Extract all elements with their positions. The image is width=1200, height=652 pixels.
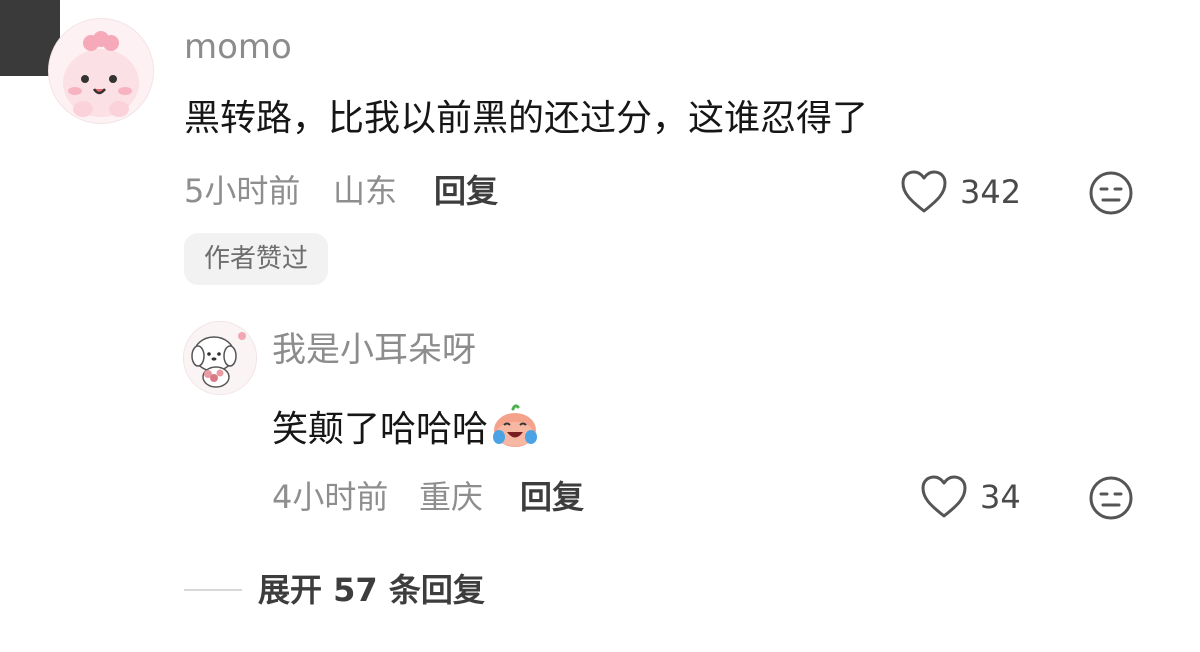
meh-face-icon (1089, 476, 1133, 520)
heart-icon (921, 475, 967, 518)
comment-text: 黑转路，比我以前黑的还过分，这谁忍得了 (184, 98, 869, 139)
pink-blob-avatar-icon (49, 19, 153, 123)
reply-username[interactable]: 我是小耳朵呀 (272, 333, 476, 367)
reply-dislike-button[interactable] (1088, 475, 1134, 521)
reply-location: 重庆 (419, 478, 484, 516)
dislike-button[interactable] (1088, 170, 1134, 216)
comment-username[interactable]: momo (184, 30, 292, 64)
reply-text-line: 笑颠了哈哈哈 (272, 403, 540, 456)
heart-icon (901, 170, 947, 213)
avatar[interactable] (48, 18, 154, 124)
reply-avatar[interactable] (183, 321, 257, 395)
reply-text: 笑颠了哈哈哈 (272, 409, 489, 450)
expand-replies-label: 展开 57 条回复 (258, 571, 485, 609)
reply-reply-button[interactable]: 回复 (520, 481, 584, 513)
like-button[interactable]: 342 (900, 169, 1021, 215)
expand-replies-button[interactable]: 展开 57 条回复 (184, 574, 485, 606)
reply-like-count: 34 (980, 478, 1021, 516)
reply-time: 4小时前 (272, 478, 389, 516)
laugh-cry-emoji-icon (490, 403, 540, 456)
comment-location: 山东 (333, 172, 398, 210)
like-count: 342 (960, 173, 1022, 211)
comment-time: 5小时前 (184, 172, 301, 210)
comment-thread: momo 黑转路，比我以前黑的还过分，这谁忍得了 5小时前 山东 回复 342 … (0, 0, 1200, 652)
reply-button[interactable]: 回复 (434, 175, 498, 207)
meh-face-icon (1089, 171, 1133, 215)
puppy-avatar-icon (184, 322, 256, 394)
author-liked-badge: 作者赞过 (184, 233, 329, 285)
reply-like-button[interactable]: 34 (920, 474, 1021, 520)
divider-line (184, 589, 242, 591)
